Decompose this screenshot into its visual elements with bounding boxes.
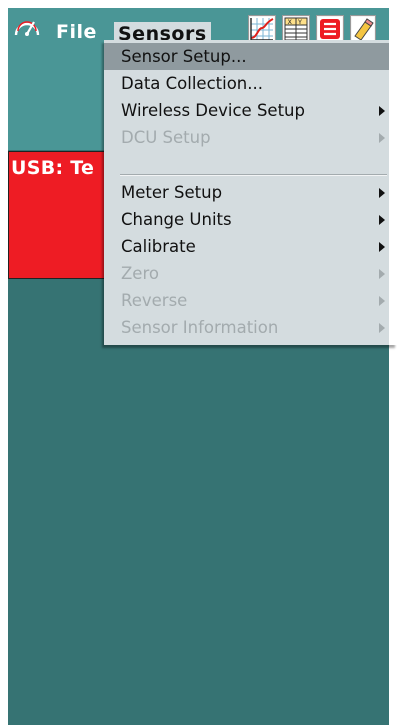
menu-item-zero: Zero: [104, 260, 389, 287]
menu-item-label: Meter Setup: [121, 183, 223, 202]
graph-icon[interactable]: [248, 15, 276, 43]
menu-item-label: Sensor Setup...: [121, 47, 247, 66]
submenu-arrow-icon: [379, 133, 385, 143]
menu-item-sensor-information: Sensor Information: [104, 314, 389, 341]
menu-item-change-units[interactable]: Change Units: [104, 206, 389, 233]
file-menu[interactable]: File: [56, 21, 97, 43]
submenu-arrow-icon: [379, 106, 385, 116]
menu-separator: [120, 174, 387, 176]
menu-item-label: Sensor Information: [121, 318, 279, 337]
menu-item-label: Wireless Device Setup: [121, 101, 305, 120]
list-icon[interactable]: [316, 15, 344, 43]
menu-item-calibrate[interactable]: Calibrate: [104, 233, 389, 260]
sensor-meter[interactable]: USB: Te: [8, 151, 116, 279]
menu-item-label: DCU Setup: [121, 128, 211, 147]
menu-item-wireless-device-setup[interactable]: Wireless Device Setup: [104, 97, 389, 124]
submenu-arrow-icon: [379, 296, 385, 306]
menubar: File Sensors X Y: [8, 8, 397, 46]
menu-item-dcu-setup: DCU Setup: [104, 124, 389, 151]
menu-item-sensor-setup[interactable]: Sensor Setup...: [104, 43, 389, 70]
notes-icon[interactable]: [350, 15, 376, 43]
menu-item-label: Reverse: [121, 291, 188, 310]
submenu-arrow-icon: [379, 215, 385, 225]
menu-item-label: Zero: [121, 264, 159, 283]
menu-item-label: Data Collection...: [121, 74, 263, 93]
menu-item-label: Calibrate: [121, 237, 196, 256]
submenu-arrow-icon: [379, 269, 385, 279]
table-icon[interactable]: X Y: [282, 15, 310, 43]
menu-item-label: Change Units: [121, 210, 232, 229]
menu-item-meter-setup[interactable]: Meter Setup: [104, 179, 389, 206]
sensors-dropdown: Sensor Setup... Data Collection... Wirel…: [104, 40, 397, 345]
submenu-arrow-icon: [379, 242, 385, 252]
menu-item-reverse: Reverse: [104, 287, 389, 314]
gauge-logo-icon[interactable]: [13, 14, 40, 40]
submenu-arrow-icon: [379, 323, 385, 333]
sensors-dropdown-panel: Sensor Setup... Data Collection... Wirel…: [104, 40, 389, 345]
menu-item-data-collection[interactable]: Data Collection...: [104, 70, 389, 97]
meter-label: USB: Te: [11, 157, 95, 179]
submenu-arrow-icon: [379, 188, 385, 198]
